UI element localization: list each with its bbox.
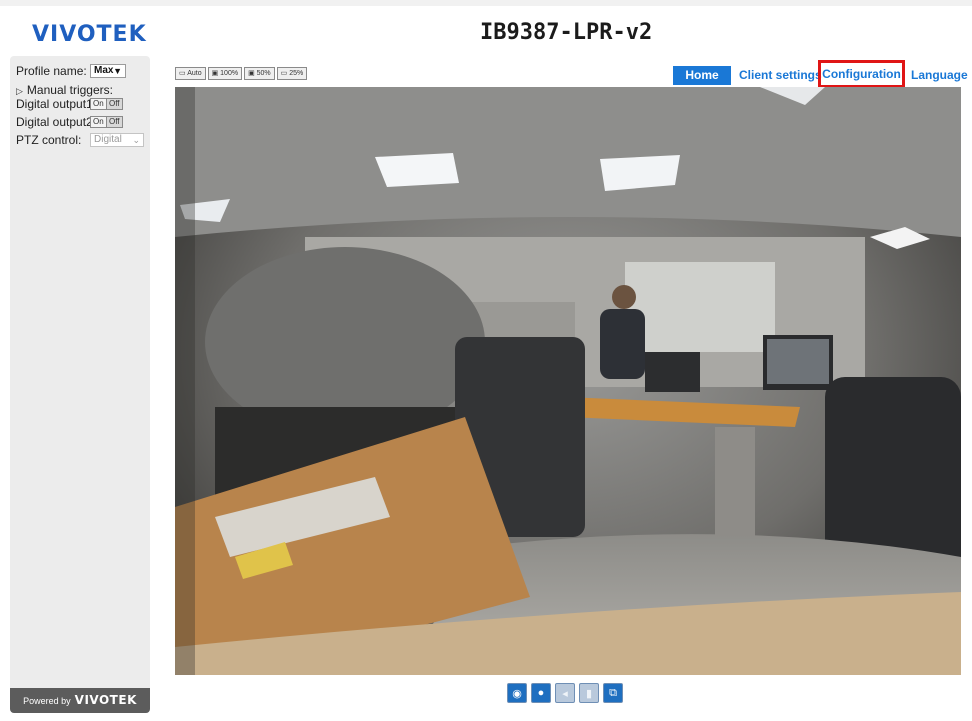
zoom-25-button[interactable]: ▭ 25% [276,67,308,80]
ptz-select-value: Digital [94,134,122,145]
stop-icon: ● [537,687,545,699]
nav-language[interactable]: Language [911,66,968,85]
monitor [645,352,700,392]
snapshot-button[interactable]: ◉ [507,683,527,703]
mic-icon: ▮ [585,687,593,700]
powered-by-footer[interactable]: Powered by VIVOTEK [10,688,150,713]
nav-configuration[interactable]: Configuration [818,60,905,88]
ptz-control-select[interactable]: Digital ⌄ [90,133,144,147]
powered-by-label: Powered by [23,696,71,706]
camera-title: IB9387-LPR-v2 [480,20,653,45]
zoom-50-label: 50% [256,70,271,77]
profile-name-label: Profile name: [16,64,87,78]
desk-leg [715,427,755,547]
camera-icon: ◉ [512,687,522,700]
monitor-screen [767,339,829,384]
manual-triggers-label: Manual triggers: [26,83,113,97]
page: VIVOTEK IB9387-LPR-v2 Profile name: Max … [0,0,972,721]
chevron-down-icon: ⌄ [132,135,140,145]
zoom-bar: ▭ Auto ▣ 100% ▣ 50% ▭ 25% [175,67,308,80]
sidebar: Profile name: Max ▼ ▷ Manual triggers: Di… [10,56,150,713]
zoom-auto-button[interactable]: ▭ Auto [175,67,206,80]
live-video-view[interactable] [175,87,961,675]
brand-logo[interactable]: VIVOTEK [32,22,147,47]
person-head [612,285,636,309]
nav-home[interactable]: Home [673,66,731,85]
video-frame [175,87,961,675]
mic-button[interactable]: ▮ [579,683,599,703]
top-strip [0,0,972,6]
chevron-down-icon: ▼ [113,66,122,76]
whiteboard [625,262,775,352]
zoom-auto-label: Auto [187,70,202,77]
zoom-25-label: 25% [289,70,304,77]
person-body [600,309,645,379]
ptz-control-label: PTZ control: [16,133,82,147]
ceiling-light [375,153,459,187]
zoom-50-button[interactable]: ▣ 50% [244,67,275,80]
powered-by-brand: VIVOTEK [74,693,137,707]
manual-triggers-toggle[interactable]: ▷ Manual triggers: [16,83,113,97]
video-controls: ◉ ● ◂ ▮ ⧉ [507,683,623,703]
speaker-button[interactable]: ◂ [555,683,575,703]
digital-output1-on-button[interactable]: On [90,98,107,110]
digital-output1-label: Digital output1: [16,97,97,111]
fullscreen-icon: ⧉ [609,686,617,699]
zoom-100-button[interactable]: ▣ 100% [207,67,243,80]
profile-select[interactable]: Max ▼ [90,64,126,78]
digital-output1-off-button[interactable]: Off [106,98,123,110]
expand-triangle-icon: ▷ [16,86,23,96]
vignette-left [175,87,195,675]
fullscreen-button[interactable]: ⧉ [603,683,623,703]
zoom-100-label: 100% [220,70,239,77]
nav-client-settings[interactable]: Client settings [739,66,822,85]
digital-output2-on-button[interactable]: On [90,116,107,128]
stop-button[interactable]: ● [531,683,551,703]
speaker-icon: ◂ [562,687,568,700]
profile-select-value: Max [94,65,114,76]
digital-output2-off-button[interactable]: Off [106,116,123,128]
ceiling [175,87,961,237]
digital-output2-label: Digital output2: [16,115,97,129]
